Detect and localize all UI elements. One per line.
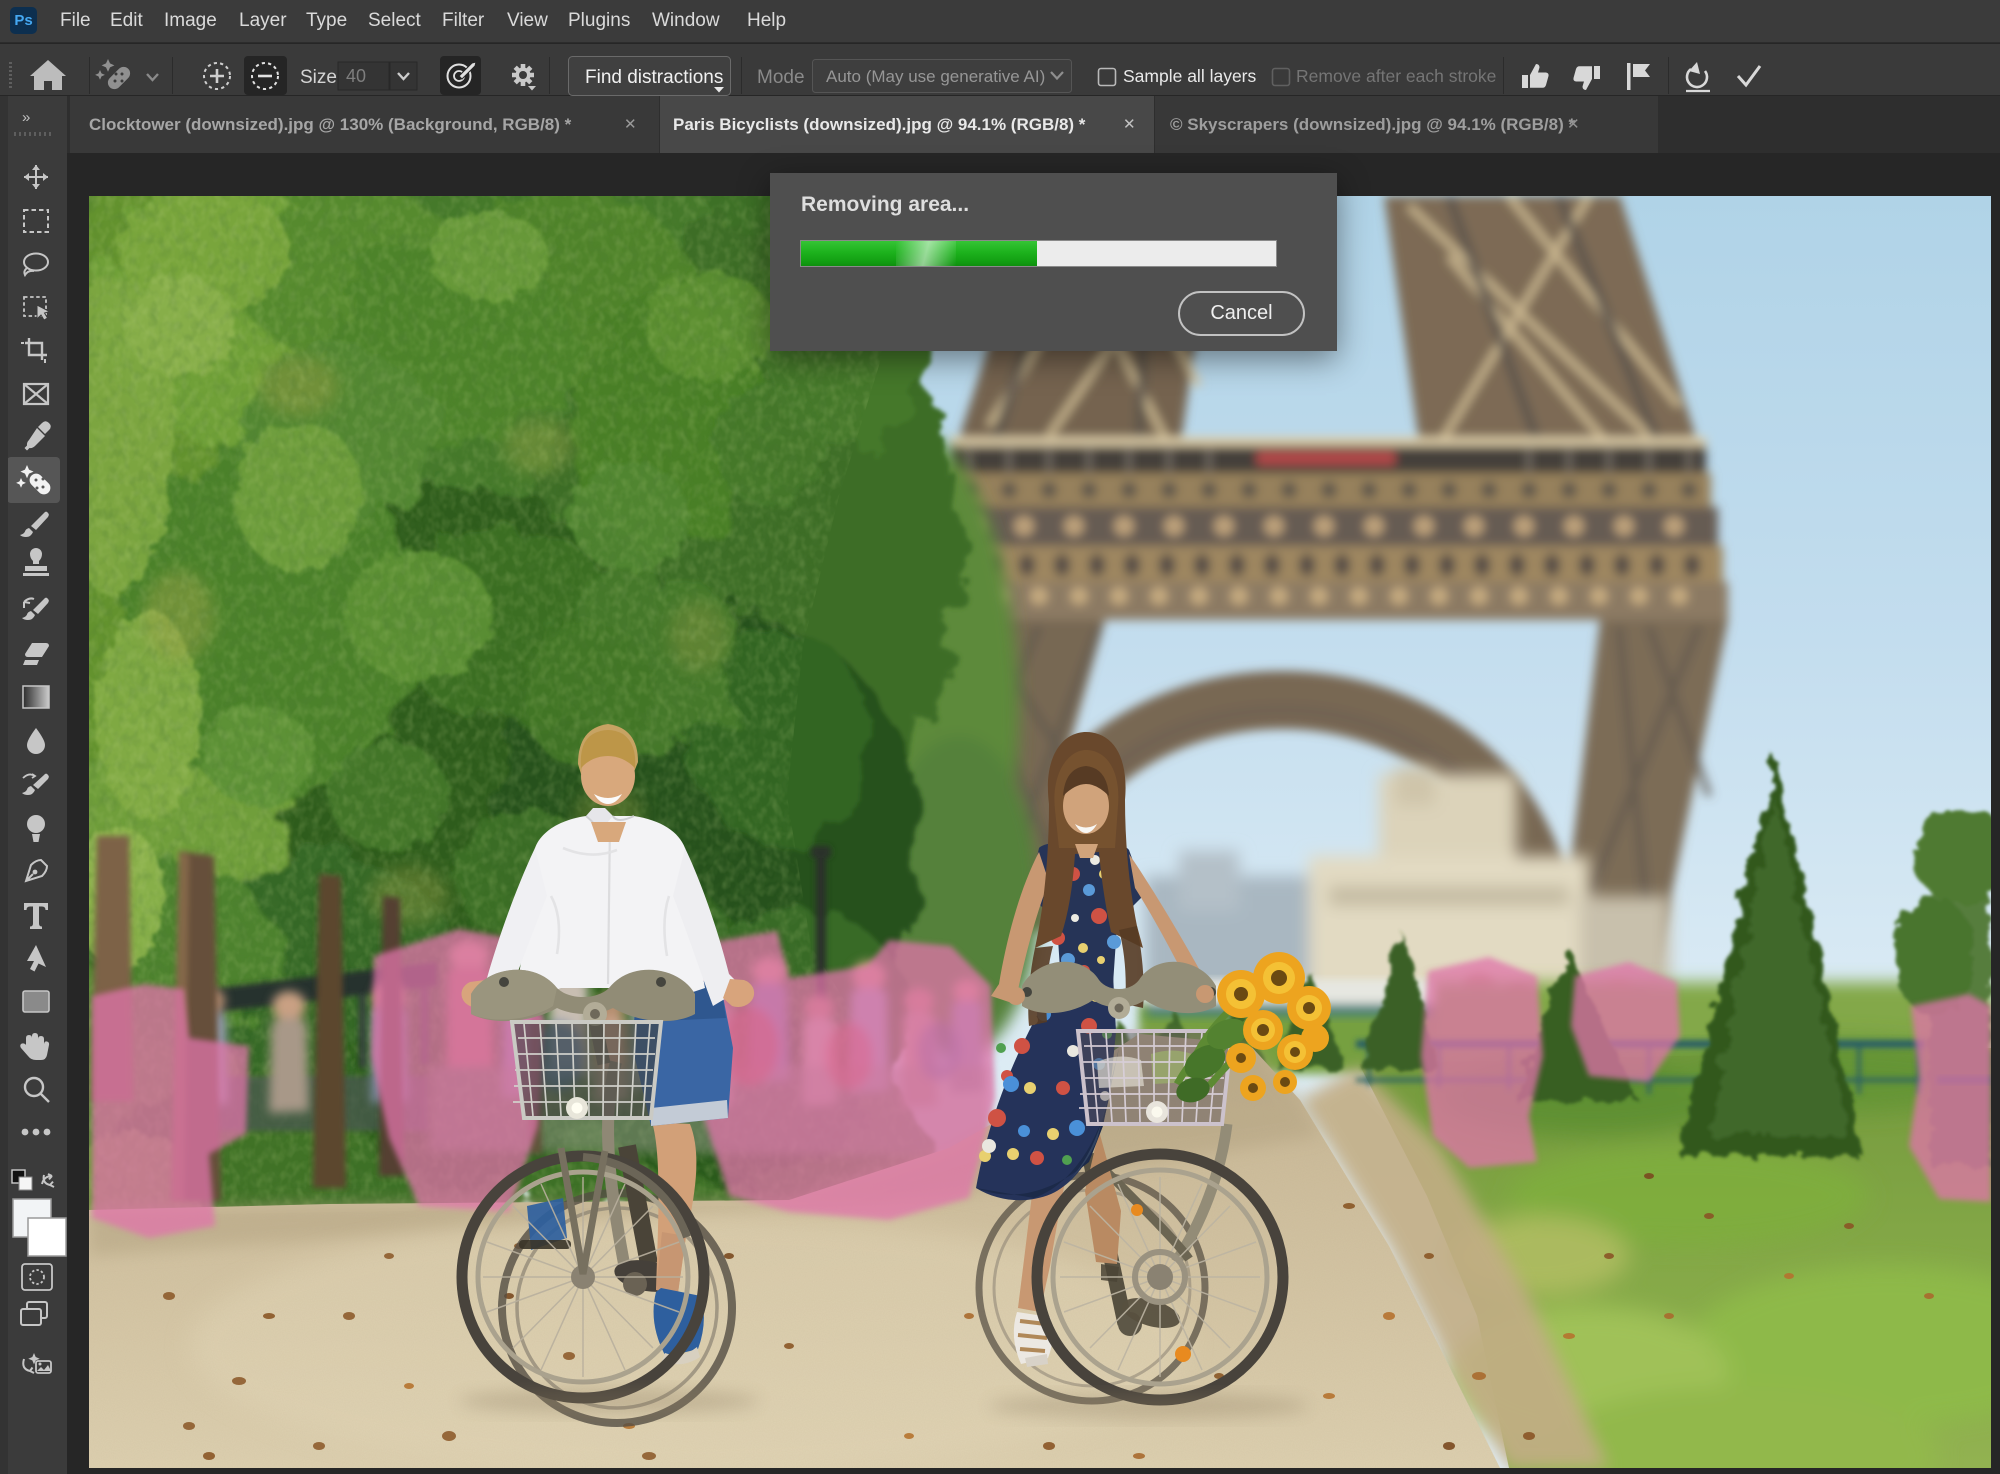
svg-text:Auto (May use generative AI): Auto (May use generative AI): [826, 67, 1045, 86]
svg-text:Size: Size: [300, 67, 337, 88]
svg-text:Mode: Mode: [757, 67, 805, 88]
svg-text:Sample all layers: Sample all layers: [1123, 66, 1256, 86]
svg-text:40: 40: [346, 66, 366, 86]
svg-text:Remove after each stroke: Remove after each stroke: [1296, 66, 1496, 86]
svg-text:Find distractions: Find distractions: [585, 67, 723, 88]
svg-text:»: »: [22, 109, 30, 126]
